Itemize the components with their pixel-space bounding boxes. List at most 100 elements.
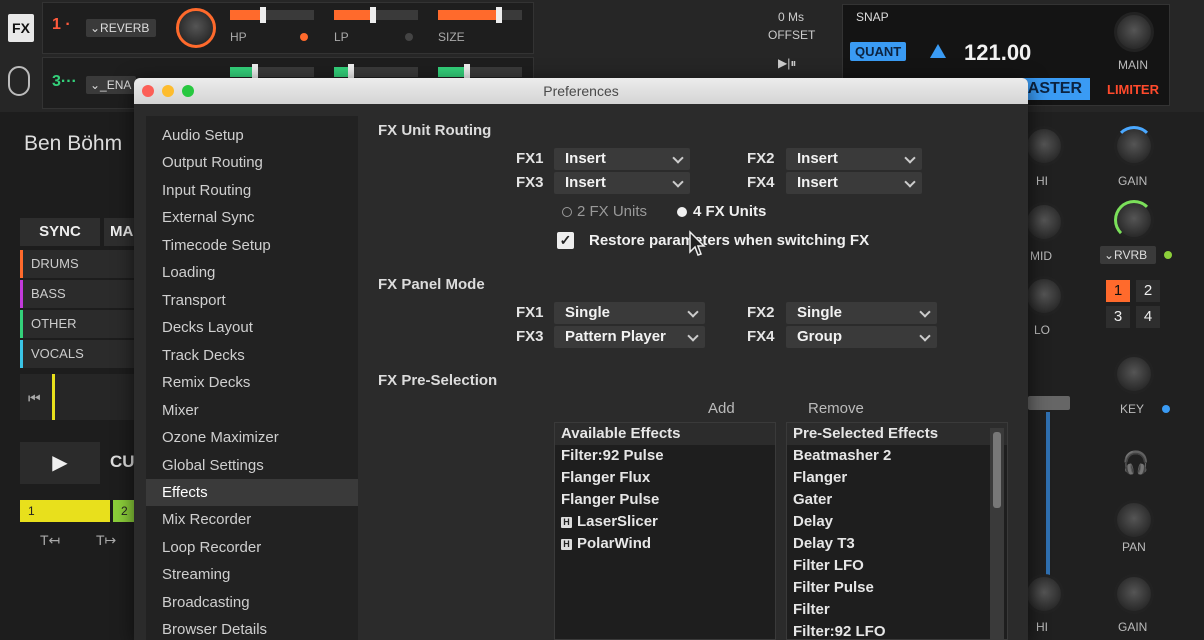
list-item[interactable]: Filter:92 LFO <box>787 621 1007 640</box>
zoom-icon[interactable] <box>182 85 194 97</box>
fx-unit-1-dry-wet-knob[interactable] <box>176 8 216 48</box>
stem-bass[interactable]: BASS <box>20 280 140 308</box>
fx-unit-1-effect-select[interactable]: ⌄REVERB <box>86 19 156 37</box>
play-button[interactable]: ▶ <box>20 442 100 484</box>
nav-browser-details[interactable]: Browser Details <box>146 616 358 640</box>
lp-slider[interactable] <box>334 7 418 23</box>
routing-fx3-select[interactable]: Insert <box>554 172 690 194</box>
eq-hi-knob[interactable] <box>1024 126 1064 166</box>
key-knob[interactable] <box>1114 354 1154 394</box>
nav-effects[interactable]: Effects <box>146 479 358 506</box>
nav-streaming[interactable]: Streaming <box>146 561 358 588</box>
label-2-fx-units[interactable]: 2 FX Units <box>577 203 647 220</box>
close-icon[interactable] <box>142 85 154 97</box>
gain-knob-2[interactable] <box>1114 574 1154 614</box>
nav-audio-setup[interactable]: Audio Setup <box>146 122 358 149</box>
fx3-slider-3[interactable] <box>438 64 522 80</box>
list-item[interactable]: Filter Pulse <box>787 577 1007 599</box>
restore-parameters-checkbox[interactable]: ✓ <box>557 232 574 249</box>
fx-assign-2[interactable]: 2 <box>1136 280 1160 302</box>
list-item[interactable]: Filter:92 Pulse <box>555 445 775 467</box>
nav-external-sync[interactable]: External Sync <box>146 204 358 231</box>
radio-4-fx-units[interactable] <box>677 207 687 217</box>
routing-fx1-select[interactable]: Insert <box>554 148 690 170</box>
fx-badge[interactable]: FX <box>8 14 34 42</box>
nav-ozone-maximizer[interactable]: Ozone Maximizer <box>146 424 358 451</box>
preselected-effects-list[interactable]: Pre-Selected Effects Beatmasher 2 Flange… <box>786 422 1008 640</box>
list-item[interactable]: Delay <box>787 511 1007 533</box>
routing-fx2-select[interactable]: Insert <box>786 148 922 170</box>
link-icon[interactable] <box>8 66 30 96</box>
panel-fx2-select[interactable]: Single <box>786 302 937 324</box>
sync-button[interactable]: SYNC <box>20 218 100 246</box>
fx3-slider-2[interactable] <box>334 64 418 80</box>
hotcue-1[interactable]: 1 <box>20 500 110 522</box>
panel-fx1-select[interactable]: Single <box>554 302 705 324</box>
restore-parameters-label[interactable]: Restore parameters when switching FX <box>589 232 869 249</box>
list-item[interactable]: Filter <box>787 599 1007 621</box>
nav-loop-recorder[interactable]: Loop Recorder <box>146 534 358 561</box>
fx3-slider-1[interactable] <box>230 64 314 80</box>
nav-output-routing[interactable]: Output Routing <box>146 149 358 176</box>
title-bar[interactable]: Preferences <box>134 78 1028 104</box>
quant-button[interactable]: QUANT <box>850 42 907 61</box>
list-item[interactable]: Flanger <box>787 467 1007 489</box>
list-item[interactable]: Beatmasher 2 <box>787 445 1007 467</box>
routing-fx4-select[interactable]: Insert <box>786 172 922 194</box>
minimize-icon[interactable] <box>162 85 174 97</box>
scrollbar-thumb[interactable] <box>993 432 1001 508</box>
nav-global-settings[interactable]: Global Settings <box>146 452 358 479</box>
eq-lo-knob[interactable] <box>1024 276 1064 316</box>
list-item[interactable]: H LaserSlicer <box>555 511 775 533</box>
main-volume-knob[interactable] <box>1114 12 1154 52</box>
label-4-fx-units[interactable]: 4 FX Units <box>693 203 766 220</box>
pan-knob[interactable] <box>1114 500 1154 540</box>
jump-to-start-icon[interactable]: ⏮ <box>28 390 41 407</box>
list-item[interactable]: Delay T3 <box>787 533 1007 555</box>
mixer-fx-select[interactable]: ⌄RVRB <box>1100 246 1156 264</box>
gain-knob[interactable] <box>1114 126 1154 166</box>
transport-controls[interactable]: ▶|⏸ <box>778 56 796 71</box>
snap-label[interactable]: SNAP <box>856 10 889 24</box>
add-button[interactable]: Add <box>708 400 735 417</box>
radio-2-fx-units[interactable] <box>562 207 572 217</box>
available-effects-list[interactable]: Available Effects Filter:92 Pulse Flange… <box>554 422 776 640</box>
nav-input-routing[interactable]: Input Routing <box>146 177 358 204</box>
metronome-icon[interactable] <box>930 44 946 58</box>
stem-other[interactable]: OTHER <box>20 310 140 338</box>
fx-assign-1[interactable]: 1 <box>1106 280 1130 302</box>
nav-decks-layout[interactable]: Decks Layout <box>146 314 358 341</box>
nav-loading[interactable]: Loading <box>146 259 358 286</box>
nav-mix-recorder[interactable]: Mix Recorder <box>146 506 358 533</box>
cue-button[interactable]: CU <box>110 452 135 472</box>
fx-assign-3[interactable]: 3 <box>1106 306 1130 328</box>
panel-fx3-select[interactable]: Pattern Player <box>554 326 705 348</box>
headphones-icon[interactable]: 🎧 <box>1122 450 1149 476</box>
list-item[interactable]: Flanger Flux <box>555 467 775 489</box>
channel-fader-handle[interactable] <box>1028 396 1070 410</box>
size-slider[interactable] <box>438 7 522 23</box>
nav-broadcasting[interactable]: Broadcasting <box>146 589 358 616</box>
stem-vocals[interactable]: VOCALS <box>20 340 140 368</box>
eq-hi-knob-2[interactable] <box>1024 574 1064 614</box>
nav-mixer[interactable]: Mixer <box>146 397 358 424</box>
nav-timecode-setup[interactable]: Timecode Setup <box>146 232 358 259</box>
list-item[interactable]: Filter LFO <box>787 555 1007 577</box>
panel-fx4-select[interactable]: Group <box>786 326 937 348</box>
move-right-icon[interactable]: T↦ <box>96 532 116 549</box>
nav-transport[interactable]: Transport <box>146 287 358 314</box>
move-left-icon[interactable]: T↤ <box>40 532 60 549</box>
remove-button[interactable]: Remove <box>808 400 864 417</box>
list-item[interactable]: Flanger Pulse <box>555 489 775 511</box>
nav-track-decks[interactable]: Track Decks <box>146 342 358 369</box>
preselected-scrollbar[interactable] <box>990 428 1004 640</box>
list-item[interactable]: H PolarWind <box>555 533 775 555</box>
hp-slider[interactable] <box>230 7 314 23</box>
eq-mid-knob[interactable] <box>1024 202 1064 242</box>
fx-unit-3-effect-select[interactable]: ⌄_ENA <box>86 76 136 94</box>
fx-amount-knob[interactable] <box>1114 200 1154 240</box>
fx-assign-4[interactable]: 4 <box>1136 306 1160 328</box>
stem-drums[interactable]: DRUMS <box>20 250 140 278</box>
list-item[interactable]: Gater <box>787 489 1007 511</box>
nav-remix-decks[interactable]: Remix Decks <box>146 369 358 396</box>
